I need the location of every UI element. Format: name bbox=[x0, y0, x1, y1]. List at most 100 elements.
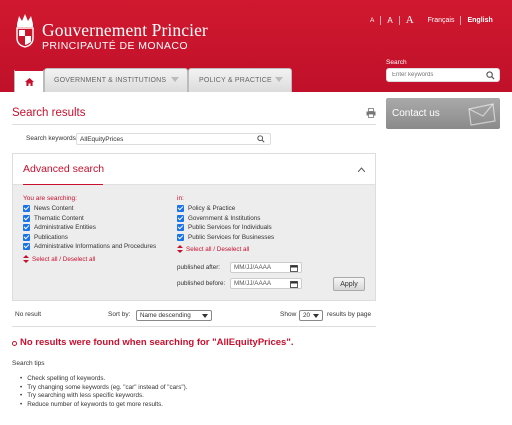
in-label: in: bbox=[177, 195, 184, 202]
tab-policy-practice[interactable]: POLICY & PRACTICE bbox=[188, 68, 292, 92]
divider bbox=[12, 326, 376, 327]
sort-by-select[interactable]: Name descending bbox=[136, 310, 212, 321]
checkbox-administrative-procedures[interactable]: Administrative Informations and Procedur… bbox=[23, 242, 156, 251]
bullet-icon bbox=[12, 341, 17, 346]
checkbox-label: Publications bbox=[34, 233, 68, 241]
divider bbox=[12, 124, 376, 125]
per-page-label: results by page bbox=[327, 311, 372, 318]
result-count: No result bbox=[15, 311, 42, 318]
divider bbox=[380, 15, 382, 25]
search-icon[interactable] bbox=[486, 71, 495, 80]
published-after-input[interactable]: MM/JJ/AAAA bbox=[230, 262, 302, 273]
checkbox[interactable] bbox=[23, 205, 30, 212]
checkbox-label: Thematic Content bbox=[34, 214, 84, 222]
list-item: Try searching with less specific keyword… bbox=[20, 392, 187, 401]
list-item: Check spelling of keywords. bbox=[20, 375, 187, 384]
search-keywords-field bbox=[76, 133, 271, 145]
search-tips-heading: Search tips bbox=[12, 360, 45, 367]
checkbox-label: Public Services for Individuals bbox=[188, 224, 272, 231]
sort-arrows-icon bbox=[23, 255, 29, 263]
published-before-input[interactable]: MM/JJ/AAAA bbox=[230, 278, 302, 289]
checkbox[interactable] bbox=[23, 214, 30, 222]
chevron-down-icon bbox=[171, 77, 179, 82]
chevron-down-icon bbox=[202, 314, 208, 318]
checkbox-public-services-businesses[interactable]: Public Services for Businesses bbox=[177, 233, 274, 242]
checkbox-news-content[interactable]: News Content bbox=[23, 204, 74, 213]
site-subtitle: PRINCIPAUTÉ DE MONACO bbox=[42, 40, 188, 52]
list-item: Reduce number of keywords to get more re… bbox=[20, 401, 187, 410]
search-keywords-label: Search keywords bbox=[26, 135, 76, 142]
results-per-page-value: 20 bbox=[303, 312, 311, 319]
checkbox-administrative-entities[interactable]: Administrative Entities bbox=[23, 223, 96, 232]
select-all-content-link[interactable]: Select all / Deselect all bbox=[23, 255, 95, 263]
select-all-label: Select all / Deselect all bbox=[32, 255, 96, 263]
checkbox-public-services-individuals[interactable]: Public Services for Individuals bbox=[177, 223, 272, 232]
tab-label: GOVERNMENT & INSTITUTIONS bbox=[54, 77, 167, 84]
calendar-icon[interactable] bbox=[290, 264, 298, 272]
checkbox[interactable] bbox=[23, 224, 30, 231]
checkbox-label: Administrative Entities bbox=[34, 224, 96, 231]
published-after-label: published after: bbox=[177, 264, 221, 271]
utility-bar: A A A Français English bbox=[370, 14, 493, 26]
published-before-label: published before: bbox=[177, 280, 226, 287]
chevron-down-icon bbox=[313, 314, 319, 318]
home-icon bbox=[24, 77, 34, 86]
checkbox-publications[interactable]: Publications bbox=[23, 233, 68, 242]
font-size-medium-button[interactable]: A bbox=[387, 16, 392, 25]
list-item: Try changing some keywords (eg. "car" in… bbox=[20, 384, 187, 393]
tab-home[interactable] bbox=[14, 68, 44, 92]
checkbox[interactable] bbox=[23, 243, 30, 250]
advanced-search-title: Advanced search bbox=[23, 163, 105, 175]
apply-button[interactable]: Apply bbox=[333, 277, 365, 291]
results-per-page-select[interactable]: 20 bbox=[299, 310, 323, 321]
page-title: Search results bbox=[12, 107, 86, 119]
tab-label: POLICY & PRACTICE bbox=[199, 77, 272, 84]
monaco-crown-logo-icon[interactable] bbox=[14, 12, 36, 48]
search-tips-list: Check spelling of keywords. Try changing… bbox=[20, 375, 187, 409]
search-icon[interactable] bbox=[257, 135, 265, 143]
chevron-up-icon[interactable] bbox=[358, 167, 365, 172]
checkbox-government-institutions[interactable]: Government & Institutions bbox=[177, 214, 260, 223]
contact-us-button[interactable]: Contact us bbox=[386, 98, 500, 129]
show-label: Show bbox=[280, 311, 297, 318]
site-title[interactable]: Gouvernement Princier bbox=[42, 20, 208, 41]
date-placeholder: MM/JJ/AAAA bbox=[234, 280, 272, 287]
checkbox[interactable] bbox=[177, 233, 184, 241]
checkbox-thematic-content[interactable]: Thematic Content bbox=[23, 214, 84, 223]
header-search-label: Search bbox=[386, 59, 407, 66]
header-search-input[interactable] bbox=[387, 69, 483, 81]
divider bbox=[460, 15, 462, 25]
checkbox-label: Government & Institutions bbox=[188, 214, 261, 222]
you-are-searching-label: You are searching: bbox=[23, 195, 77, 202]
contact-us-label: Contact us bbox=[392, 108, 440, 119]
no-results-message: No results were found when searching for… bbox=[20, 337, 294, 348]
lang-french-link[interactable]: Français bbox=[428, 17, 455, 24]
checkbox-policy-practice[interactable]: Policy & Practice bbox=[177, 204, 235, 213]
advanced-search-header[interactable]: Advanced search bbox=[13, 154, 375, 185]
font-size-large-button[interactable]: A bbox=[406, 14, 414, 26]
date-placeholder: MM/JJ/AAAA bbox=[234, 264, 272, 271]
sort-by-label: Sort by: bbox=[108, 311, 131, 318]
checkbox[interactable] bbox=[177, 224, 184, 231]
checkbox-label: Administrative Informations and Procedur… bbox=[34, 243, 157, 250]
sort-arrows-icon bbox=[177, 245, 183, 253]
print-icon[interactable] bbox=[366, 108, 376, 118]
checkbox[interactable] bbox=[177, 214, 184, 222]
search-keywords-input[interactable] bbox=[77, 134, 247, 144]
lang-english-link[interactable]: English bbox=[467, 17, 492, 24]
checkbox[interactable] bbox=[177, 205, 184, 212]
advanced-search-panel: Advanced search You are searching: News … bbox=[12, 153, 376, 301]
checkbox-label: Policy & Practice bbox=[188, 205, 236, 212]
checkbox[interactable] bbox=[23, 233, 30, 241]
divider bbox=[23, 184, 103, 185]
calendar-icon[interactable] bbox=[290, 280, 298, 288]
envelope-icon bbox=[468, 103, 496, 126]
sort-by-value: Name descending bbox=[140, 312, 191, 319]
font-size-small-button[interactable]: A bbox=[370, 17, 374, 24]
tab-government-institutions[interactable]: GOVERNMENT & INSTITUTIONS bbox=[44, 68, 188, 92]
checkbox-label: News Content bbox=[34, 205, 74, 212]
divider bbox=[398, 15, 400, 25]
site-header: Gouvernement Princier PRINCIPAUTÉ DE MON… bbox=[0, 0, 512, 92]
header-search-box bbox=[386, 68, 500, 82]
select-all-sections-link[interactable]: Select all / Deselect all bbox=[177, 245, 249, 253]
